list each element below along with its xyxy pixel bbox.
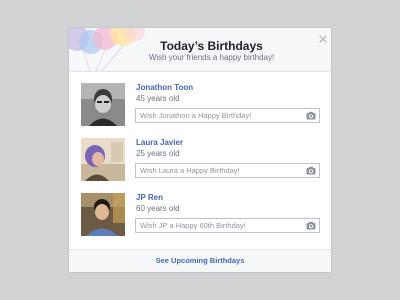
wish-input[interactable] <box>140 109 300 122</box>
camera-icon[interactable] <box>306 221 316 230</box>
wish-field[interactable] <box>135 218 320 233</box>
friend-name[interactable]: Laura Javier <box>136 138 183 147</box>
wish-input[interactable] <box>140 219 300 232</box>
avatar[interactable] <box>81 138 125 181</box>
birthday-row: JP Ren 60 years old <box>69 193 331 243</box>
wish-input[interactable] <box>140 164 300 177</box>
camera-icon[interactable] <box>306 166 316 175</box>
dialog-footer: See Upcoming Birthdays <box>69 249 331 272</box>
avatar[interactable] <box>81 83 125 126</box>
wish-field[interactable] <box>135 163 320 178</box>
birthday-row: Laura Javier 25 years old <box>69 138 331 188</box>
friend-name[interactable]: JP Ren <box>136 193 163 202</box>
birthdays-dialog: Today’s Birthdays Wish your friends a ha… <box>68 27 332 273</box>
friend-name[interactable]: Jonathon Toon <box>136 83 193 92</box>
dialog-subtitle: Wish your friends a happy birthday! <box>148 53 275 62</box>
friend-age: 60 years old <box>136 204 180 213</box>
dialog-header: Today’s Birthdays Wish your friends a ha… <box>69 28 331 72</box>
friend-age: 25 years old <box>136 149 180 158</box>
camera-icon[interactable] <box>306 111 316 120</box>
see-upcoming-birthdays-link[interactable]: See Upcoming Birthdays <box>69 256 331 265</box>
birthday-row: Jonathon Toon 45 years old <box>69 83 331 133</box>
avatar[interactable] <box>81 193 125 236</box>
dialog-title: Today’s Birthdays <box>160 39 263 53</box>
close-icon[interactable] <box>318 34 328 44</box>
friend-age: 45 years old <box>136 94 180 103</box>
wish-field[interactable] <box>135 108 320 123</box>
